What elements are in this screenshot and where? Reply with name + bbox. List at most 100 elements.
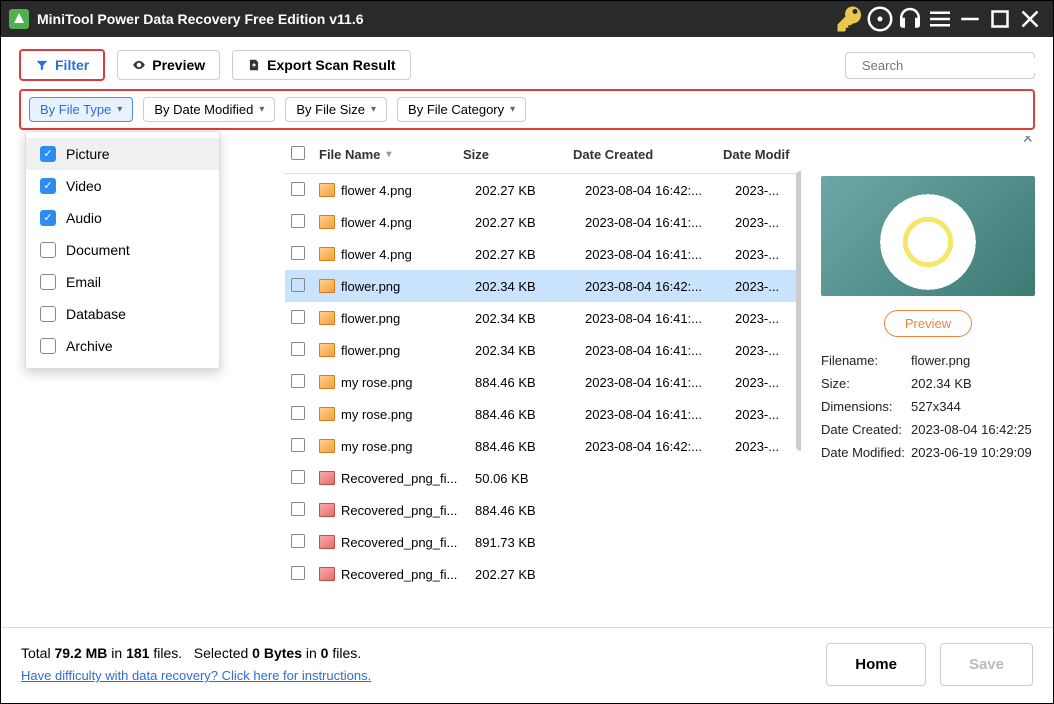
vertical-scrollbar[interactable] [796,171,801,451]
select-all-checkbox[interactable] [291,146,305,160]
table-row[interactable]: flower 4.png 202.27 KB 2023-08-04 16:42:… [285,174,801,206]
dropdown-item[interactable]: Archive [26,330,219,362]
file-date-modified: 2023-... [735,343,795,358]
key-icon[interactable] [835,4,865,34]
table-row[interactable]: Recovered_png_fi... 891.73 KB [285,526,801,558]
status-text: Total 79.2 MB in 181 files. Selected 0 B… [21,642,371,687]
row-checkbox[interactable] [291,374,305,388]
dropdown-item[interactable]: Video [26,170,219,202]
file-date-created: 2023-08-04 16:42:... [585,183,735,198]
search-box[interactable] [845,52,1035,79]
checkbox[interactable] [40,338,56,354]
row-checkbox[interactable] [291,438,305,452]
filter-by-type[interactable]: By File Type▾ [29,97,133,122]
col-date-modified[interactable]: Date Modif [723,147,795,162]
home-button[interactable]: Home [826,643,926,686]
table-row[interactable]: flower 4.png 202.27 KB 2023-08-04 16:41:… [285,238,801,270]
file-date-modified: 2023-... [735,183,795,198]
maximize-icon[interactable] [985,4,1015,34]
file-name: flower.png [341,279,400,294]
row-checkbox[interactable] [291,214,305,228]
search-input[interactable] [862,58,1038,73]
filter-by-category[interactable]: By File Category ▾ [397,97,526,122]
preview-button[interactable]: Preview [117,50,220,80]
row-checkbox[interactable] [291,406,305,420]
file-size: 891.73 KB [475,535,585,550]
row-checkbox[interactable] [291,310,305,324]
table-row[interactable]: flower 4.png 202.27 KB 2023-08-04 16:41:… [285,206,801,238]
meta-label: Date Modified: [821,445,911,460]
eye-icon [132,58,146,72]
row-checkbox[interactable] [291,470,305,484]
caret-icon: ▾ [510,104,515,115]
row-checkbox[interactable] [291,502,305,516]
checkbox[interactable] [40,242,56,258]
dropdown-item[interactable]: Picture [26,138,219,170]
filter-button[interactable]: Filter [19,49,105,81]
preview-panel: × Preview Filename:flower.png Size:202.3… [815,136,1035,619]
file-size: 202.27 KB [475,567,585,582]
checkbox[interactable] [40,306,56,322]
preview-thumbnail [821,176,1035,296]
checkbox[interactable] [40,274,56,290]
chip-label: By File Category [408,102,504,117]
minimize-icon[interactable] [955,4,985,34]
table-row[interactable]: my rose.png 884.46 KB 2023-08-04 16:42:.… [285,430,801,462]
file-size: 202.34 KB [475,311,585,326]
chip-label: By Date Modified [154,102,253,117]
col-label: File Name [319,147,380,162]
file-date-created: 2023-08-04 16:41:... [585,311,735,326]
t: 0 Bytes [252,645,302,661]
dropdown-item[interactable]: Audio [26,202,219,234]
row-checkbox[interactable] [291,278,305,292]
col-size[interactable]: Size [463,147,573,162]
file-name: Recovered_png_fi... [341,535,457,550]
filter-by-size[interactable]: By File Size▾ [285,97,387,122]
meta-label: Date Created: [821,422,911,437]
checkbox[interactable] [40,146,56,162]
save-button[interactable]: Save [940,643,1033,686]
dropdown-item[interactable]: Document [26,234,219,266]
table-row[interactable]: Recovered_png_fi... 50.06 KB [285,462,801,494]
col-date-created[interactable]: Date Created [573,147,723,162]
file-date-created: 2023-08-04 16:42:... [585,439,735,454]
col-filename[interactable]: File Name ▾ [319,147,463,162]
file-list-panel: File Name ▾ Size Date Created Date Modif… [285,136,801,619]
disc-icon[interactable] [865,4,895,34]
filter-label: Filter [55,57,89,73]
row-checkbox[interactable] [291,246,305,260]
table-row[interactable]: my rose.png 884.46 KB 2023-08-04 16:41:.… [285,366,801,398]
file-date-modified: 2023-... [735,247,795,262]
file-size: 202.27 KB [475,215,585,230]
row-checkbox[interactable] [291,182,305,196]
table-row[interactable]: flower.png 202.34 KB 2023-08-04 16:41:..… [285,334,801,366]
file-name: flower 4.png [341,183,412,198]
table-row[interactable]: my rose.png 884.46 KB 2023-08-04 16:41:.… [285,398,801,430]
checkbox[interactable] [40,210,56,226]
checkbox[interactable] [40,178,56,194]
dropdown-label: Database [66,306,126,322]
dropdown-item[interactable]: Email [26,266,219,298]
menu-icon[interactable] [925,4,955,34]
table-row[interactable]: flower.png 202.34 KB 2023-08-04 16:41:..… [285,302,801,334]
close-icon[interactable] [1015,4,1045,34]
filter-by-date[interactable]: By Date Modified▾ [143,97,275,122]
open-preview-button[interactable]: Preview [884,310,972,337]
table-row[interactable]: flower.png 202.34 KB 2023-08-04 16:42:..… [285,270,801,302]
t: 181 [126,645,149,661]
export-button[interactable]: Export Scan Result [232,50,410,80]
headphones-icon[interactable] [895,4,925,34]
row-checkbox[interactable] [291,566,305,580]
dropdown-item[interactable]: Database [26,298,219,330]
table-row[interactable]: Recovered_png_fi... 202.27 KB [285,558,801,590]
close-preview-icon[interactable]: × [1022,136,1033,149]
file-date-created: 2023-08-04 16:41:... [585,375,735,390]
meta-value: flower.png [911,353,1035,368]
row-checkbox[interactable] [291,534,305,548]
file-name: Recovered_png_fi... [341,567,457,582]
t: 79.2 MB [54,645,107,661]
title-bar: MiniTool Power Data Recovery Free Editio… [1,1,1053,37]
row-checkbox[interactable] [291,342,305,356]
help-link[interactable]: Have difficulty with data recovery? Clic… [21,668,371,683]
table-row[interactable]: Recovered_png_fi... 884.46 KB [285,494,801,526]
